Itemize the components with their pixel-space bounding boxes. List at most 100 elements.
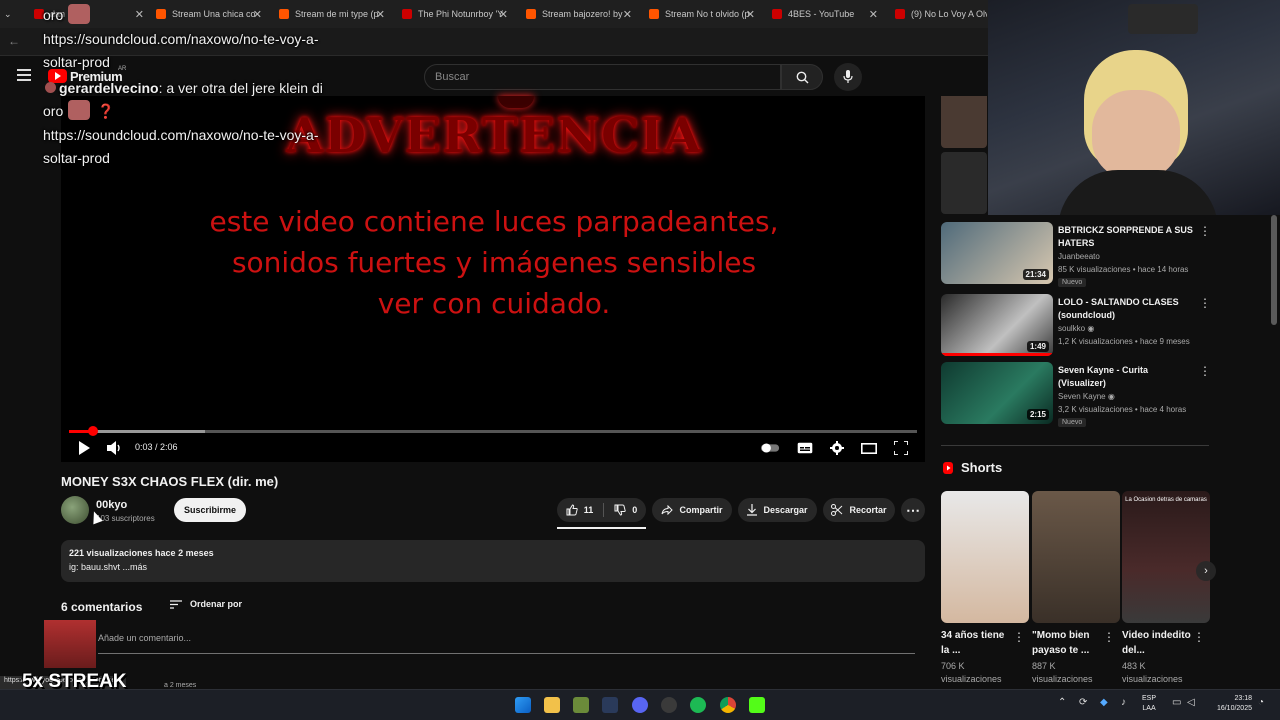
play-icon [79,441,90,455]
tab-list-button[interactable]: ⌄ [4,4,24,24]
channel-name[interactable]: soulkko ◉ [1058,324,1094,333]
close-icon[interactable]: ✕ [376,8,385,21]
sync-icon[interactable]: ⟳ [1079,697,1087,708]
short-title[interactable]: Video indedito del... [1122,628,1194,658]
tab-6[interactable]: 4BES - YouTube ✕ [772,4,878,24]
short-title[interactable]: 34 años tiene la ... [941,628,1013,658]
subscribe-button[interactable]: Suscribirme [174,498,246,522]
short-thumbnail[interactable] [1032,491,1120,623]
clock[interactable]: 23:18 16/10/2025 [1206,694,1252,714]
share-label: Compartir [679,505,723,515]
autoplay-toggle[interactable] [760,439,780,457]
discord-icon[interactable] [632,697,648,713]
file-explorer-icon[interactable] [544,697,560,713]
close-icon[interactable]: ✕ [746,8,755,21]
scrubber-handle[interactable] [88,426,98,436]
search-button[interactable] [781,64,823,90]
tab-4[interactable]: Stream bajozero! by ✕ [526,4,632,24]
more-vertical-icon[interactable]: ⋮ [1193,630,1205,644]
partial-thumbnail[interactable] [941,96,987,148]
shorts-next-button[interactable]: › [1196,561,1216,581]
youtube-icon [895,9,905,19]
clock-date: 16/10/2025 [1216,705,1252,712]
video-thumbnail[interactable]: 2:15 [941,362,1053,424]
chrome-icon[interactable] [720,697,736,713]
close-icon[interactable]: ✕ [135,8,144,21]
more-vertical-icon[interactable]: ⋮ [1199,224,1211,238]
tab-2[interactable]: Stream de mi type (p ✕ [279,4,385,24]
like-button[interactable]: 11 [566,504,593,516]
spotify-icon[interactable] [690,697,706,713]
menu-icon[interactable] [17,69,31,81]
network-icon[interactable]: ▭ [1172,697,1181,708]
back-arrow-icon[interactable]: ← [8,34,20,48]
video-meta: 3,2 K visualizaciones • hace 4 horas [1058,405,1187,414]
more-vertical-icon[interactable]: ⋮ [1013,630,1025,644]
short-thumbnail[interactable] [941,491,1029,623]
recommendation-item[interactable]: 2:15 Seven Kayne - Curita (Visualizer) S… [941,362,1211,427]
progress-bar[interactable] [69,430,917,433]
divider [603,503,605,517]
share-button[interactable]: Compartir [652,498,732,522]
search-input[interactable]: Buscar [424,64,781,90]
settings-button[interactable] [827,439,847,457]
voice-search-button[interactable] [834,63,862,91]
channel-avatar[interactable] [61,496,89,524]
app-icon[interactable] [573,697,589,713]
dislike-button[interactable]: 0 [614,504,637,516]
tab-3[interactable]: The Phi Notunrboy 'Y ✕ [402,4,508,24]
video-meta: 1,2 K visualizaciones • hace 9 meses [1058,337,1190,346]
more-vertical-icon[interactable]: ⋮ [1199,296,1211,310]
channel-name[interactable]: Juanbeeato [1058,252,1100,261]
sort-comments-button[interactable]: Ordenar por [170,599,242,609]
theater-mode-button[interactable] [859,439,879,457]
close-icon[interactable]: ✕ [869,8,878,21]
microphone-tray-icon[interactable]: ♪ [1121,697,1126,708]
description-box[interactable]: 221 visualizaciones hace 2 meses ig: bau… [61,540,925,582]
close-icon[interactable]: ✕ [623,8,632,21]
language-indicator[interactable]: ESP LAA [1142,694,1156,714]
recommendation-item[interactable]: 21:34 BBTRICKZ SORPRENDE A SUS HATERS Ju… [941,222,1211,287]
volume-tray-icon[interactable]: ◁ [1187,697,1195,708]
windows-start-icon[interactable] [515,697,531,713]
fullscreen-button[interactable] [891,439,911,457]
short-title[interactable]: "Momo bien payaso te ... [1032,628,1104,658]
watched-progress [941,353,1053,356]
partial-thumbnail[interactable] [941,152,987,214]
tab-5[interactable]: Stream No t olvido (p ✕ [649,4,755,24]
obs-icon[interactable] [661,697,677,713]
video-thumbnail[interactable]: 21:34 [941,222,1053,284]
close-icon[interactable]: ✕ [499,8,508,21]
video-title[interactable]: BBTRICKZ SORPRENDE A SUS HATERS [1058,224,1193,250]
channel-name[interactable]: Seven Kayne ◉ [1058,392,1115,401]
tab-label: Stream bajozero! by [542,9,623,19]
video-title[interactable]: Seven Kayne - Curita (Visualizer) [1058,364,1193,390]
verified-icon: ◉ [1087,324,1095,333]
description-text: ig: bauu.shvt ...más [69,562,148,572]
channel-name[interactable]: 00kyo [96,499,127,511]
shield-icon[interactable]: ◆ [1100,697,1108,708]
steam-icon[interactable] [602,697,618,713]
tab-7[interactable]: (9) No Lo Voy A Olvi [895,4,987,24]
volume-button[interactable] [105,439,125,457]
notification-icon[interactable]: ◔ [1258,697,1264,708]
download-button[interactable]: Descargar [738,498,817,522]
short-thumbnail[interactable]: La Ocasion detras de camaras [1122,491,1210,623]
clip-button[interactable]: Recortar [823,498,895,522]
close-icon[interactable]: ✕ [253,8,262,21]
more-actions-button[interactable]: ⋯ [901,498,925,522]
comment-timestamp: a 2 meses [164,682,197,689]
page-scrollbar[interactable] [1271,215,1277,325]
kick-icon[interactable] [749,697,765,713]
video-thumbnail[interactable]: 1:49 [941,294,1053,356]
more-vertical-icon[interactable]: ⋮ [1103,630,1115,644]
more-vertical-icon[interactable]: ⋮ [1199,364,1211,378]
video-title[interactable]: LOLO - SALTANDO CLASES (soundcloud) [1058,296,1193,322]
tray-chevron-up-icon[interactable]: ⌃ [1058,697,1066,708]
tab-1[interactable]: Stream Una chica co ✕ [156,4,262,24]
play-button[interactable] [74,439,94,457]
recommendation-item[interactable]: 1:49 LOLO - SALTANDO CLASES (soundcloud)… [941,294,1211,358]
add-comment-input[interactable]: Añade un comentario... [98,633,915,654]
tab-label: Stream No t olvido (p [665,9,750,19]
subtitles-button[interactable] [795,439,815,457]
